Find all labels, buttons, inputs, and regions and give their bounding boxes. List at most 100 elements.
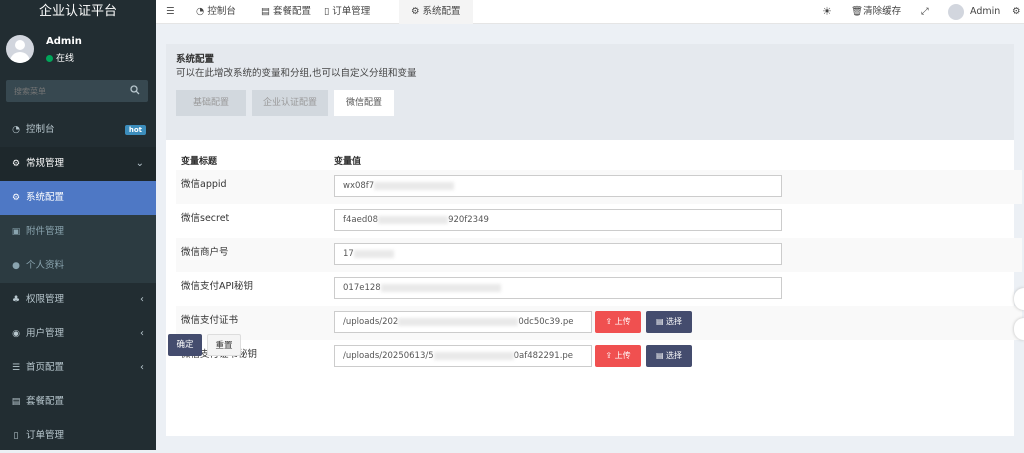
table-row: 微信商户号 17 bbox=[176, 238, 1022, 272]
confirm-button[interactable]: 确定 bbox=[168, 334, 202, 356]
upload-icon: ⇪ bbox=[605, 351, 615, 360]
tab-enterprise-config[interactable]: 企业认证配置 bbox=[252, 90, 328, 116]
wechat-cert-key-input[interactable]: /uploads/20250613/5 0af482291.pe bbox=[334, 345, 592, 367]
select-label: 选择 bbox=[666, 351, 683, 360]
tab-dashboard[interactable]: ◔ 控制台 bbox=[196, 0, 236, 24]
row-label: 微信支付证书 bbox=[181, 315, 239, 326]
input-value: /uploads/202 bbox=[343, 317, 399, 327]
sidebar-item-label: 控制台 bbox=[26, 124, 55, 135]
table-row: 微信secret f4aed08 920f2349 bbox=[176, 204, 1022, 238]
user-circle-icon: ◉ bbox=[12, 329, 20, 339]
input-value: f4aed08 bbox=[343, 215, 379, 225]
fullscreen-icon[interactable]: ⤢ bbox=[921, 0, 929, 24]
sidebar-item-label: 订单管理 bbox=[26, 430, 65, 441]
gear-icon: ⚙ bbox=[11, 193, 21, 203]
sidebar-item-orders[interactable]: ▯ 订单管理 bbox=[0, 419, 156, 453]
avatar-small bbox=[948, 3, 964, 20]
tab-label: 套餐配置 bbox=[273, 6, 312, 17]
select-button[interactable]: ▤ 选择 bbox=[646, 311, 692, 333]
sidebar-item-label: 系统配置 bbox=[26, 192, 65, 203]
redacted-text bbox=[378, 215, 449, 224]
main-content: 系统配置 可以在此增改系统的变量和分组,也可以自定义分组和变量 基础配置 企业认… bbox=[156, 24, 1024, 450]
clear-cache-label: 清除缓存 bbox=[863, 6, 902, 17]
clear-cache-button[interactable]: 🗑清除缓存 bbox=[851, 0, 901, 24]
tab-label: 订单管理 bbox=[332, 6, 371, 17]
sidebar-menu: ◔ 控制台 hot ⚙ 常规管理 ⌄ ⚙ 系统配置 ▣ 附件管理 ● 个人资料 ♣ 权限管理… bbox=[0, 113, 156, 453]
input-value: 017e128 bbox=[343, 283, 381, 293]
wechat-cert-input[interactable]: /uploads/202 0dc50c39.pe bbox=[334, 311, 592, 333]
wechat-secret-input[interactable]: f4aed08 920f2349 bbox=[334, 209, 782, 231]
tab-label: 控制台 bbox=[207, 6, 236, 17]
tab-basic-config[interactable]: 基础配置 bbox=[176, 90, 246, 116]
file-icon: ▯ bbox=[13, 431, 19, 441]
select-button[interactable]: ▤ 选择 bbox=[646, 345, 692, 367]
tab-packages[interactable]: ▤ 套餐配置 bbox=[261, 0, 311, 24]
row-label: 微信secret bbox=[181, 213, 230, 224]
table-row: 微信支付证书秘钥 /uploads/20250613/50af482291.pe… bbox=[176, 340, 1022, 374]
settings-icon[interactable]: ⚙ bbox=[1012, 0, 1021, 24]
sidebar-item-label: 套餐配置 bbox=[26, 396, 65, 407]
upload-button[interactable]: ⇪ 上传 bbox=[595, 311, 641, 333]
chevron-left-icon: ‹ bbox=[140, 362, 144, 373]
list-icon: ▤ bbox=[655, 351, 667, 360]
sidebar-item-permissions[interactable]: ♣ 权限管理 ‹ bbox=[0, 283, 156, 317]
page-subtitle: 可以在此增改系统的变量和分组,也可以自定义分组和变量 bbox=[176, 68, 417, 79]
wechat-appid-input[interactable]: wx08f7 bbox=[334, 175, 782, 197]
menu-toggle-icon[interactable]: ☰ bbox=[166, 0, 180, 24]
wechat-mchid-input[interactable]: 17 bbox=[334, 243, 782, 265]
chevron-down-icon: ⌄ bbox=[135, 158, 144, 169]
redacted-text bbox=[353, 249, 394, 258]
sidebar-item-profile[interactable]: ● 个人资料 bbox=[0, 249, 156, 283]
chevron-left-icon: ‹ bbox=[140, 328, 144, 339]
file-image-icon: ▣ bbox=[11, 227, 21, 237]
dashboard-icon: ◔ bbox=[196, 6, 208, 17]
input-value-tail: 920f2349 bbox=[448, 215, 489, 225]
input-value: wx08f7 bbox=[343, 181, 375, 191]
user-status-text: 在线 bbox=[56, 54, 75, 64]
sidebar-item-label: 个人资料 bbox=[26, 260, 65, 271]
theme-toggle-icon[interactable]: ☀ bbox=[822, 0, 832, 24]
user-menu[interactable]: Admin bbox=[948, 0, 1000, 24]
menu-search-input[interactable] bbox=[6, 80, 126, 102]
hot-badge: hot bbox=[124, 125, 146, 135]
tab-orders[interactable]: ▯ 订单管理 bbox=[324, 0, 370, 24]
select-label: 选择 bbox=[666, 317, 683, 326]
user-name: Admin bbox=[46, 36, 82, 47]
sidebar-item-attachments[interactable]: ▣ 附件管理 bbox=[0, 215, 156, 249]
online-dot-icon bbox=[46, 55, 53, 62]
sidebar-item-general[interactable]: ⚙ 常规管理 ⌄ bbox=[0, 147, 156, 181]
tab-system-config[interactable]: ⚙ 系统配置 bbox=[399, 0, 473, 24]
upload-button[interactable]: ⇪ 上传 bbox=[595, 345, 641, 367]
app-logo[interactable]: 企业认证平台 bbox=[0, 0, 156, 24]
row-label: 微信appid bbox=[181, 179, 227, 190]
sidebar-item-label: 用户管理 bbox=[26, 328, 65, 339]
tab-wechat-config[interactable]: 微信配置 bbox=[334, 90, 394, 116]
search-icon[interactable] bbox=[130, 85, 140, 95]
reset-button[interactable]: 重置 bbox=[207, 334, 241, 356]
user-icon: ● bbox=[12, 261, 20, 271]
row-label: 微信支付API秘钥 bbox=[181, 281, 254, 292]
chevron-left-icon: ‹ bbox=[140, 294, 144, 305]
wechat-api-key-input[interactable]: 017e128 bbox=[334, 277, 782, 299]
page-title: 系统配置 bbox=[176, 54, 215, 65]
redacted-text bbox=[398, 317, 519, 326]
input-value-tail: 0af482291.pe bbox=[513, 351, 574, 361]
sidebar-item-packages[interactable]: ▤ 套餐配置 bbox=[0, 385, 156, 419]
upload-label: 上传 bbox=[614, 317, 631, 326]
list-icon: ▤ bbox=[655, 317, 667, 326]
config-panel: 系统配置 可以在此增改系统的变量和分组,也可以自定义分组和变量 基础配置 企业认… bbox=[166, 44, 1022, 436]
sidebar-item-dashboard[interactable]: ◔ 控制台 hot bbox=[0, 113, 156, 147]
group-icon: ♣ bbox=[11, 295, 21, 305]
sidebar-item-users[interactable]: ◉ 用户管理 ‹ bbox=[0, 317, 156, 351]
table-row: 微信支付证书 /uploads/202 0dc50c39.pe ⇪ 上传 ▤ 选择 bbox=[176, 306, 1022, 340]
user-menu-label: Admin bbox=[970, 6, 1001, 17]
table-row: 微信支付API秘钥 017e128 bbox=[176, 272, 1022, 306]
sidebar-item-label: 常规管理 bbox=[26, 158, 65, 169]
sidebar-item-homepage[interactable]: ☰ 首页配置 ‹ bbox=[0, 351, 156, 385]
upload-icon: ⇪ bbox=[605, 317, 615, 326]
dashboard-icon: ◔ bbox=[12, 125, 20, 135]
user-status: 在线 bbox=[46, 51, 74, 64]
header-variable-value: 变量值 bbox=[334, 157, 362, 167]
redacted-text bbox=[374, 181, 455, 190]
sidebar-item-system-config[interactable]: ⚙ 系统配置 bbox=[0, 181, 156, 215]
